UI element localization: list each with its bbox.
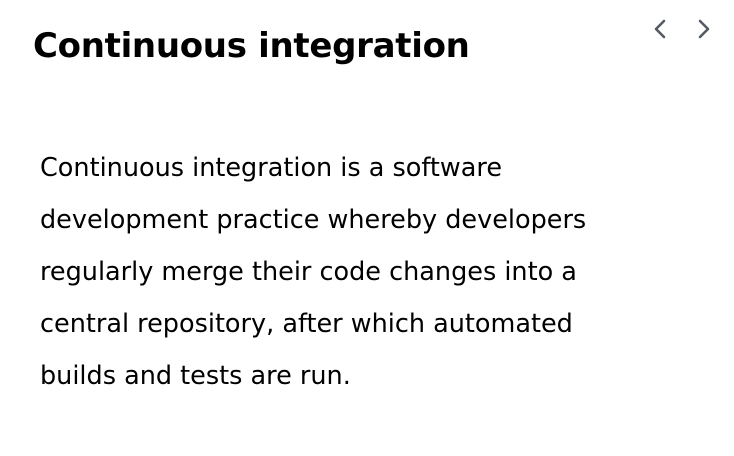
card-body-text: Continuous integration is a software dev…	[40, 153, 587, 391]
card-title: Continuous integration	[33, 26, 470, 66]
chevron-right-icon	[693, 19, 713, 39]
next-button[interactable]	[686, 12, 720, 46]
chevron-left-icon	[651, 19, 671, 39]
previous-button[interactable]	[644, 12, 678, 46]
card-navigation	[644, 12, 720, 46]
flashcard-panel: Continuous integration Continuous integr…	[0, 0, 734, 456]
